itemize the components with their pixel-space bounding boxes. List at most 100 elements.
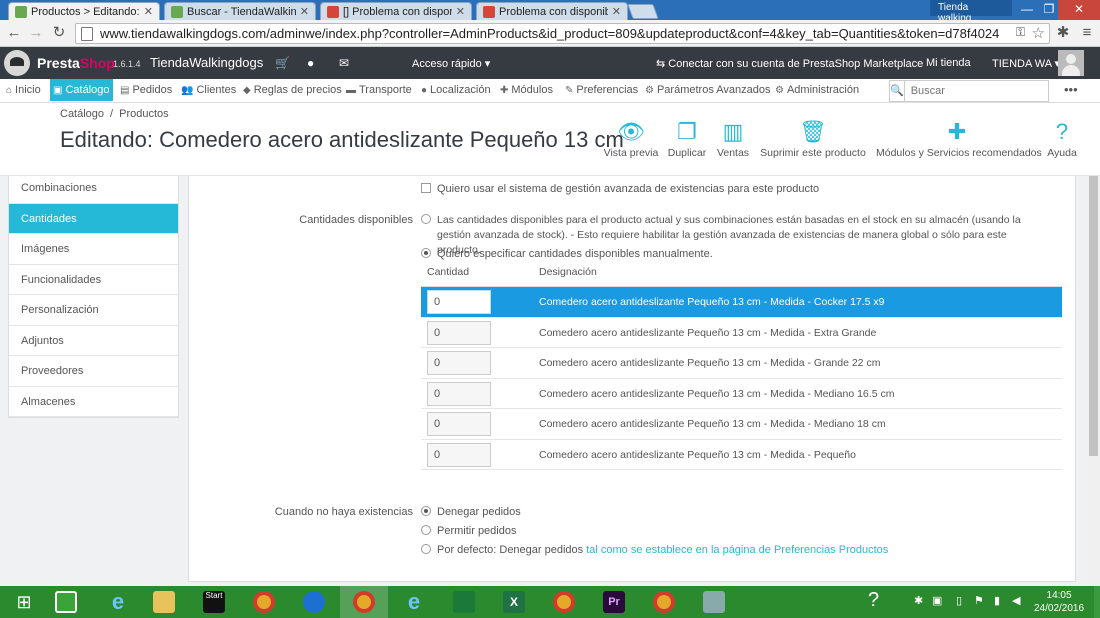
checkbox[interactable] xyxy=(421,183,431,193)
search-type-dropdown[interactable]: 🔍 ▾ xyxy=(890,81,905,117)
chrome-menu-icon[interactable]: ≡ xyxy=(1078,24,1096,42)
menu-item-parametros-avanzados[interactable]: ⚙ Parámetros Avanzados xyxy=(642,79,774,101)
page-scrollbar[interactable] xyxy=(1087,176,1100,586)
table-row[interactable]: Comedero acero antideslizante Pequeño 13… xyxy=(421,287,1062,318)
chrome-icon[interactable] xyxy=(240,586,288,618)
advanced-stock-checkbox[interactable]: Quiero usar el sistema de gestión avanza… xyxy=(421,182,819,197)
allow-orders-radio[interactable]: Permitir pedidos xyxy=(421,524,516,539)
delete-product-button[interactable]: 🗑 Suprimir este producto xyxy=(760,119,866,159)
windows-start-icon[interactable]: ⊞ xyxy=(0,586,48,618)
calculator-icon[interactable] xyxy=(690,586,738,618)
browser-tab[interactable]: Problema con disponibilid ✕ xyxy=(476,2,628,20)
chrome-icon[interactable] xyxy=(540,586,588,618)
cart-icon[interactable]: 🛒 xyxy=(275,56,290,70)
sales-button[interactable]: ▥ Ventas xyxy=(716,119,750,159)
extension-icon[interactable]: ✱ xyxy=(1054,24,1072,42)
address-bar[interactable]: www.tiendawalkingdogs.com/adminwe/index.… xyxy=(75,23,1050,44)
preferences-link[interactable]: tal como se establece en la página de Pr… xyxy=(586,544,888,556)
my-shop-link[interactable]: Mi tienda xyxy=(926,57,971,69)
close-window-icon[interactable]: ✕ xyxy=(1058,0,1100,20)
show-desktop-button[interactable] xyxy=(1094,586,1100,618)
deny-orders-radio[interactable]: Denegar pedidos xyxy=(421,505,521,520)
employee-menu[interactable]: TIENDA WA ▾ xyxy=(992,57,1060,70)
quantity-input[interactable] xyxy=(427,320,491,345)
teamviewer-icon[interactable] xyxy=(290,586,338,618)
breadcrumb-productos[interactable]: Productos xyxy=(119,108,169,120)
prestashop-logo-icon[interactable] xyxy=(4,50,30,76)
premiere-icon[interactable]: Pr xyxy=(590,586,638,618)
volume-icon[interactable]: ◀ xyxy=(1012,594,1020,607)
tab-funcionalidades[interactable]: Funcionalidades xyxy=(9,265,178,295)
close-tab-icon[interactable]: ✕ xyxy=(612,5,621,18)
tab-adjuntos[interactable]: Adjuntos xyxy=(9,326,178,356)
key-icon[interactable]: ⚿ xyxy=(1016,25,1025,40)
preview-button[interactable]: 👁 Vista previa xyxy=(603,119,659,159)
browser-tab[interactable]: [] Problema con disponibil ✕ xyxy=(320,2,472,20)
chrome-icon[interactable] xyxy=(640,586,688,618)
store-icon[interactable] xyxy=(42,586,90,618)
flag-icon[interactable]: ⚑ xyxy=(974,594,984,607)
quantity-input[interactable] xyxy=(427,351,491,375)
menu-item-reglas-precios[interactable]: ◆ Reglas de precios xyxy=(240,79,345,101)
menu-item-pedidos[interactable]: ▤ Pedidos xyxy=(117,79,175,101)
system-clock[interactable]: 14:05 24/02/2016 xyxy=(1034,589,1084,615)
chrome-icon[interactable] xyxy=(340,586,388,618)
table-row[interactable]: Comedero acero antideslizante Pequeño 13… xyxy=(421,379,1062,409)
default-orders-radio[interactable]: Por defecto: Denegar pedidos tal como se… xyxy=(421,543,888,558)
menu-item-modulos[interactable]: ✚ Módulos xyxy=(497,79,556,101)
browser-tab[interactable]: Productos > Editando: Co ✕ xyxy=(8,2,160,20)
signal-icon[interactable]: ▮ xyxy=(994,594,1000,607)
internet-explorer-icon[interactable]: e xyxy=(94,586,142,618)
close-tab-icon[interactable]: ✕ xyxy=(300,5,309,18)
tab-almacenes[interactable]: Almacenes xyxy=(9,387,178,417)
marketplace-link[interactable]: ⇆ Conectar con su cuenta de PrestaShop M… xyxy=(656,57,923,70)
radio-button[interactable] xyxy=(421,506,431,516)
help-button[interactable]: ? Ayuda xyxy=(1046,119,1078,159)
quick-access-dropdown[interactable]: Acceso rápido ▾ xyxy=(412,57,490,70)
quantity-input[interactable] xyxy=(427,412,491,436)
bookmark-star-icon[interactable]: ☆ xyxy=(1032,24,1045,42)
scrollbar-thumb[interactable] xyxy=(1089,176,1098,456)
tab-combinaciones[interactable]: Combinaciones xyxy=(9,176,178,204)
browser-tab[interactable]: Buscar - TiendaWalkingdo ✕ xyxy=(164,2,316,20)
quantity-input[interactable] xyxy=(427,290,491,314)
tab-imagenes[interactable]: Imágenes xyxy=(9,234,178,265)
tab-personalizacion[interactable]: Personalización xyxy=(9,295,178,326)
menu-item-localizacion[interactable]: ● Localización xyxy=(418,79,494,101)
network-icon[interactable]: ▣ xyxy=(932,594,942,607)
leaf-app-icon[interactable] xyxy=(440,586,488,618)
menu-item-catalogo[interactable]: ▣ Catálogo xyxy=(50,79,113,101)
menu-item-inicio[interactable]: ⌂ Inicio xyxy=(3,79,44,101)
radio-button[interactable] xyxy=(421,214,431,224)
recommended-modules-button[interactable]: ✚ Módulos y Servicios recomendados xyxy=(876,119,1042,159)
forward-arrow-icon[interactable]: → xyxy=(27,24,45,42)
menu-item-transporte[interactable]: ▬ Transporte xyxy=(343,79,415,101)
more-options-icon[interactable]: ••• xyxy=(1064,82,1078,97)
start-tile-icon[interactable]: Start xyxy=(190,586,238,618)
menu-item-administracion[interactable]: ⚙ Administración xyxy=(772,79,862,101)
radio-button[interactable] xyxy=(421,544,431,554)
table-row[interactable]: Comedero acero antideslizante Pequeño 13… xyxy=(421,440,1062,470)
employee-avatar[interactable] xyxy=(1058,50,1084,76)
quantity-input[interactable] xyxy=(427,381,491,406)
mail-icon[interactable]: ✉ xyxy=(339,56,349,70)
radio-button[interactable] xyxy=(421,525,431,535)
table-row[interactable]: Comedero acero antideslizante Pequeño 13… xyxy=(421,348,1062,379)
table-row[interactable]: Comedero acero antideslizante Pequeño 13… xyxy=(421,318,1062,348)
user-icon[interactable]: ● xyxy=(307,56,314,70)
menu-item-preferencias[interactable]: ✎ Preferencias xyxy=(562,79,641,101)
search-input[interactable] xyxy=(904,81,1053,101)
stock-based-radio[interactable] xyxy=(421,213,437,228)
close-tab-icon[interactable]: ✕ xyxy=(144,5,153,18)
battery-icon[interactable]: ▯ xyxy=(956,594,962,607)
tab-cantidades[interactable]: Cantidades xyxy=(9,203,178,234)
bluetooth-icon[interactable]: ✱ xyxy=(914,594,923,607)
excel-icon[interactable]: X xyxy=(490,586,538,618)
table-row[interactable]: Comedero acero antideslizante Pequeño 13… xyxy=(421,409,1062,440)
ie-update-icon[interactable]: e xyxy=(390,586,438,618)
tab-proveedores[interactable]: Proveedores xyxy=(9,356,178,387)
back-arrow-icon[interactable]: ← xyxy=(5,24,23,42)
quantity-input[interactable] xyxy=(427,442,491,467)
chrome-profile-badge[interactable]: Tienda walking... xyxy=(930,0,1012,24)
breadcrumb-catalogo[interactable]: Catálogo xyxy=(60,108,104,120)
